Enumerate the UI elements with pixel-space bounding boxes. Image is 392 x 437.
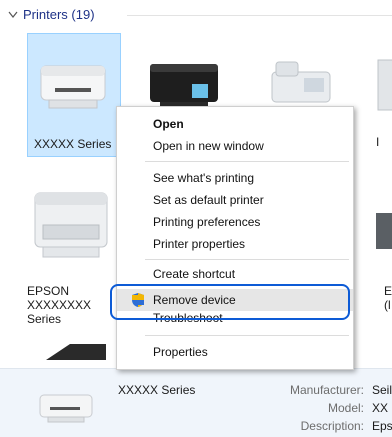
manufacturer-value: Seil: [372, 383, 392, 397]
manufacturer-label: Manufacturer:: [289, 383, 364, 397]
menu-separator: [145, 259, 349, 260]
menu-item-properties[interactable]: Properties: [117, 341, 353, 363]
tile-label-line1: EPSON: [27, 284, 70, 298]
menu-item-printing-preferences[interactable]: Printing preferences: [117, 211, 353, 233]
tile-label-partial: E: [384, 284, 392, 298]
tile-label-line2: XXXXXXXX: [27, 298, 92, 312]
menu-item-printer-properties[interactable]: Printer properties: [117, 233, 353, 255]
menu-item-open[interactable]: Open: [117, 113, 353, 135]
annotation-highlight: [110, 284, 350, 320]
model-label: Model:: [327, 401, 364, 415]
fax-icon: [271, 61, 331, 103]
menu-item-set-default[interactable]: Set as default printer: [117, 189, 353, 211]
printer-tile-epson[interactable]: EPSON XXXXXXXX Series: [27, 185, 119, 345]
printer-tile[interactable]: E (l: [372, 205, 392, 312]
printer-icon: [150, 64, 218, 108]
menu-item-open-new-window[interactable]: Open in new window: [117, 135, 353, 157]
printer-tile[interactable]: [28, 340, 118, 368]
group-divider: [127, 15, 392, 16]
group-title: Printers (19): [23, 7, 95, 22]
menu-separator: [145, 161, 349, 162]
details-pane: XXXXX Series Manufacturer: Seil Model: X…: [0, 368, 392, 437]
context-menu: Open Open in new window See what's print…: [116, 106, 354, 370]
printer-icon: [40, 65, 106, 109]
tile-label-partial: (l: [384, 298, 391, 312]
details-device-name: XXXXX Series: [118, 383, 196, 397]
printer-icon: [46, 344, 106, 360]
tile-label-partial: I: [376, 135, 380, 149]
description-label: Description:: [300, 419, 364, 433]
printer-icon: [376, 213, 392, 249]
menu-item-see-printing[interactable]: See what's printing: [117, 167, 353, 189]
printer-tile[interactable]: I: [372, 40, 392, 160]
printers-group-header[interactable]: Printers (19): [0, 0, 392, 34]
description-value: Eps: [372, 419, 392, 433]
menu-separator: [145, 335, 349, 336]
menu-item-create-shortcut[interactable]: Create shortcut: [117, 263, 353, 285]
model-value: XX: [372, 401, 389, 415]
printer-icon: [39, 394, 93, 423]
chevron-down-icon[interactable]: [8, 11, 18, 19]
tile-label-line3: Series: [27, 312, 62, 326]
printer-tile-selected[interactable]: XXXXX Series: [27, 33, 121, 157]
printer-icon: [34, 192, 108, 258]
tile-label: XXXXX Series: [34, 137, 112, 151]
printer-icon: [377, 59, 392, 111]
